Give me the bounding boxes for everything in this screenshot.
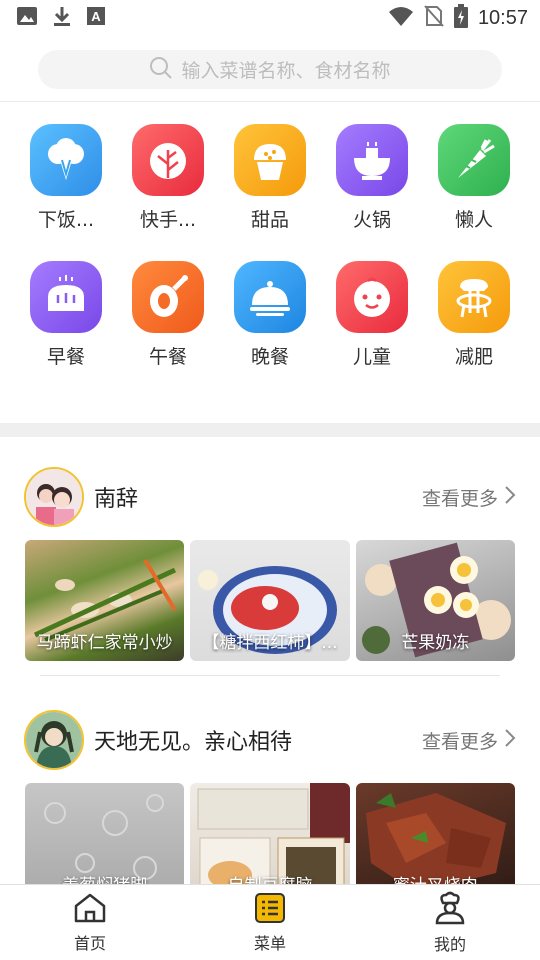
category-item[interactable]: 晚餐 — [219, 261, 321, 369]
menu-icon — [254, 892, 286, 928]
category-item[interactable]: 下饭... — [15, 124, 117, 232]
recipe-card[interactable]: 马蹄虾仁家常小炒 — [25, 540, 185, 661]
svg-text:A: A — [91, 9, 101, 24]
download-notification-icon — [52, 5, 72, 31]
avatar[interactable] — [24, 710, 84, 770]
hotpot-icon — [336, 124, 408, 196]
category-item[interactable]: 火锅 — [321, 124, 423, 232]
battery-charging-icon — [453, 4, 468, 32]
image-notification-icon — [16, 6, 38, 30]
carrot-icon — [438, 124, 510, 196]
tab-menu[interactable]: 菜单 — [180, 885, 360, 960]
category-item[interactable]: 午餐 — [117, 261, 219, 369]
category-item[interactable]: 儿童 — [321, 261, 423, 369]
tab-label: 菜单 — [253, 933, 286, 953]
cloche-icon — [234, 261, 306, 333]
wifi-icon — [388, 5, 414, 31]
divider — [40, 675, 500, 676]
category-item[interactable]: 减肥 — [423, 261, 525, 369]
text-notification-icon: A — [86, 6, 106, 30]
category-label: 午餐 — [148, 346, 187, 368]
baby-face-icon — [336, 261, 408, 333]
tab-profile[interactable]: 我的 — [360, 885, 540, 960]
username[interactable]: 天地无见。亲心相待 — [94, 724, 422, 756]
bread-icon — [30, 261, 102, 333]
username[interactable]: 南辞 — [94, 481, 422, 513]
category-grid: 下饭... 快手... 甜品 火锅 懒人 早餐 午餐 晚餐 儿童 减肥 — [15, 124, 525, 369]
divider — [0, 101, 540, 102]
tab-home[interactable]: 首页 — [0, 885, 180, 960]
no-sim-icon — [424, 4, 444, 32]
search-bar[interactable]: 输入菜谱名称、食材名称 — [38, 50, 502, 89]
status-bar: A 10:57 — [0, 0, 540, 36]
recipe-card[interactable]: 【糖拌西红柿】... — [190, 540, 350, 661]
tab-label: 首页 — [73, 933, 106, 953]
category-label: 早餐 — [46, 346, 85, 368]
bottom-tab-bar: 首页 菜单 我的 — [0, 884, 540, 960]
category-label: 晚餐 — [250, 346, 289, 368]
user-recipe-section: 南辞 查看更多 马蹄虾仁家常小炒 【糖拌西红柿】... 芒果奶冻 — [0, 466, 540, 661]
cupcake-icon — [234, 124, 306, 196]
user-recipe-section: 天地无见。亲心相待 查看更多 姜葱焖猪脚 自制豆腐脑 蜜汁叉烧肉 — [0, 709, 540, 904]
chevron-right-icon — [504, 728, 516, 753]
see-more-label: 查看更多 — [421, 730, 498, 753]
recipe-card[interactable]: 芒果奶冻 — [355, 540, 515, 661]
clock: 10:57 — [477, 6, 528, 29]
recipe-card-title: 芒果奶冻 — [401, 633, 470, 653]
recipe-card-title: 【糖拌西红柿】... — [202, 633, 338, 653]
category-item[interactable]: 懒人 — [423, 124, 525, 232]
category-item[interactable]: 早餐 — [15, 261, 117, 369]
category-label: 减肥 — [454, 346, 493, 368]
category-label: 儿童 — [352, 346, 391, 368]
category-label: 懒人 — [454, 209, 493, 231]
see-more-label: 查看更多 — [421, 487, 498, 510]
scale-icon — [438, 261, 510, 333]
see-more-link[interactable]: 查看更多 — [422, 484, 516, 511]
category-item[interactable]: 甜品 — [219, 124, 321, 232]
home-icon — [73, 892, 107, 928]
chevron-right-icon — [504, 485, 516, 510]
chef-profile-icon — [433, 891, 467, 929]
category-label: 下饭... — [37, 209, 95, 231]
see-more-link[interactable]: 查看更多 — [422, 727, 516, 754]
search-icon — [149, 56, 173, 84]
tab-label: 我的 — [433, 934, 466, 954]
category-item[interactable]: 快手... — [117, 124, 219, 232]
avatar[interactable] — [24, 467, 84, 527]
category-label: 火锅 — [352, 209, 391, 231]
cabbage-icon — [132, 124, 204, 196]
category-label: 快手... — [139, 209, 197, 231]
section-separator — [0, 423, 540, 437]
search-input[interactable]: 输入菜谱名称、食材名称 — [181, 56, 390, 83]
recipe-card-title: 马蹄虾仁家常小炒 — [36, 633, 173, 653]
ham-icon — [132, 261, 204, 333]
broccoli-icon — [30, 124, 102, 196]
category-label: 甜品 — [250, 209, 289, 231]
